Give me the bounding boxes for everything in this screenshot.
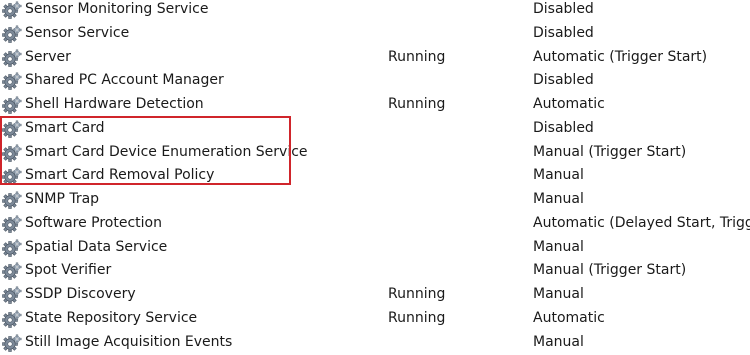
service-row[interactable]: Software Protection Automatic (Delayed S… xyxy=(0,212,750,236)
service-row[interactable]: Sensor Service Disabled xyxy=(0,22,750,46)
service-startup-type: Automatic xyxy=(533,96,605,112)
service-row[interactable]: SNMP Trap Manual xyxy=(0,188,750,212)
service-gear-icon xyxy=(2,143,22,163)
service-name: SSDP Discovery xyxy=(25,286,136,302)
service-startup-type: Disabled xyxy=(533,24,594,41)
service-name: State Repository Service xyxy=(25,309,198,326)
service-name: Smart Card xyxy=(25,119,105,136)
service-startup-type: Manual (Trigger Start) xyxy=(533,143,687,160)
service-startup-type: Automatic xyxy=(533,309,605,326)
service-status: Running xyxy=(388,48,446,65)
service-name: Still Image Acquisition Events xyxy=(25,333,233,350)
service-gear-icon xyxy=(2,166,22,186)
service-row[interactable]: Smart Card Device Enumeration Service Ma… xyxy=(0,141,750,165)
service-row[interactable]: Spatial Data Service Manual xyxy=(0,236,750,260)
service-gear-icon xyxy=(2,71,22,91)
service-startup-type: Disabled xyxy=(533,1,594,17)
service-row[interactable]: Shared PC Account Manager Disabled xyxy=(0,69,750,93)
service-startup-type: Manual xyxy=(533,286,584,302)
service-name: Server xyxy=(25,48,71,65)
service-row[interactable]: Still Image Acquisition Events Manual xyxy=(0,331,750,355)
service-name: Shell Hardware Detection xyxy=(25,96,204,112)
service-gear-icon xyxy=(2,24,22,44)
service-gear-icon xyxy=(2,190,22,210)
service-gear-icon xyxy=(2,48,22,68)
service-gear-icon xyxy=(2,261,22,281)
service-row[interactable]: SSDP Discovery Running Manual xyxy=(0,283,750,307)
service-row[interactable]: Smart Card Disabled xyxy=(0,117,750,141)
service-name: Sensor Service xyxy=(25,24,130,41)
service-startup-type: Automatic (Delayed Start, Trigger S xyxy=(533,214,750,231)
service-startup-type: Manual xyxy=(533,167,584,184)
service-startup-type: Manual xyxy=(533,238,584,255)
service-gear-icon xyxy=(2,309,22,329)
service-name: Smart Card Device Enumeration Service xyxy=(25,143,308,160)
service-name: Software Protection xyxy=(25,214,162,231)
service-name: SNMP Trap xyxy=(25,191,100,207)
service-gear-icon xyxy=(2,119,22,139)
service-row[interactable]: Server Running Automatic (Trigger Start) xyxy=(0,46,750,70)
service-name: Spot Verifier xyxy=(25,262,112,279)
service-gear-icon xyxy=(2,214,22,234)
service-startup-type: Manual xyxy=(533,191,584,207)
service-name: Spatial Data Service xyxy=(25,238,168,255)
service-row[interactable]: Shell Hardware Detection Running Automat… xyxy=(0,93,750,117)
service-row[interactable]: Spot Verifier Manual (Trigger Start) xyxy=(0,259,750,283)
service-gear-icon xyxy=(2,285,22,305)
service-name: Shared PC Account Manager xyxy=(25,72,224,89)
service-row[interactable]: Smart Card Removal Policy Manual xyxy=(0,164,750,188)
service-gear-icon xyxy=(2,0,22,20)
service-startup-type: Manual xyxy=(533,333,584,350)
service-gear-icon xyxy=(2,333,22,353)
service-status: Running xyxy=(388,309,446,326)
service-row[interactable]: State Repository Service Running Automat… xyxy=(0,307,750,331)
service-startup-type: Manual (Trigger Start) xyxy=(533,262,687,279)
service-status: Running xyxy=(388,96,446,112)
service-startup-type: Disabled xyxy=(533,72,594,89)
service-row[interactable]: Sensor Monitoring Service Disabled xyxy=(0,0,750,22)
service-gear-icon xyxy=(2,238,22,258)
service-startup-type: Automatic (Trigger Start) xyxy=(533,48,708,65)
services-list: Sensor Monitoring Service Disabled Senso… xyxy=(0,0,750,354)
service-name: Smart Card Removal Policy xyxy=(25,167,215,184)
service-status: Running xyxy=(388,286,446,302)
service-name: Sensor Monitoring Service xyxy=(25,1,209,17)
service-startup-type: Disabled xyxy=(533,119,594,136)
service-gear-icon xyxy=(2,95,22,115)
